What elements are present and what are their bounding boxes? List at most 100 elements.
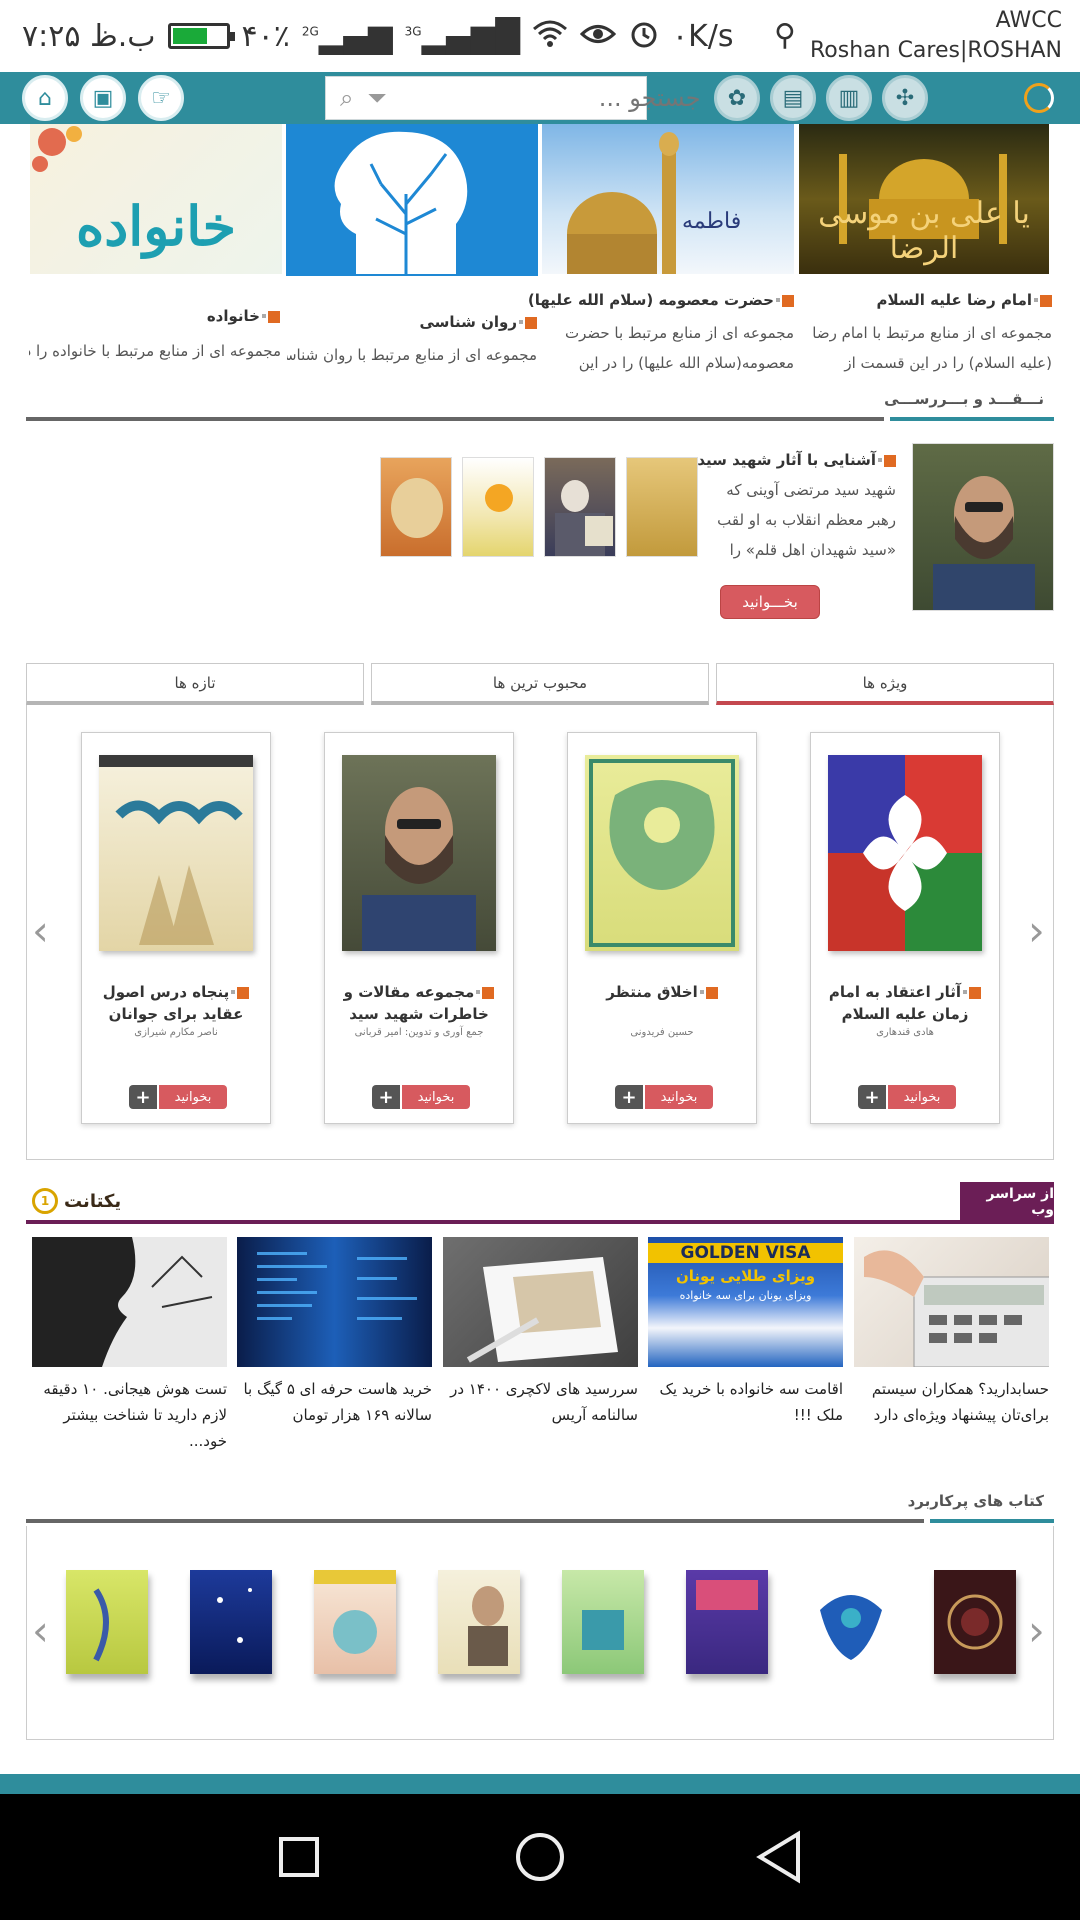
web-item-image[interactable] [854,1237,1049,1367]
category-title[interactable]: خانواده [207,307,280,325]
book-cover[interactable] [342,755,496,951]
web-item-image[interactable] [443,1237,638,1367]
category-desc: مجموعه ای از منابع مرتبط با خانواده را د… [29,342,281,360]
portrait-icon [933,476,1035,610]
profile-icon[interactable]: ▣ [80,75,126,121]
read-button[interactable]: بخوانید [402,1085,470,1109]
category-title[interactable]: امام رضا علیه السلام [877,291,1052,309]
review-section-title: نـــقـــد و بـــررســـی [884,390,1044,408]
book-card[interactable]: آثار اعتقاد به امام زمان علیه السلام هاد… [810,732,1000,1124]
popular-book-cover[interactable] [934,1570,1016,1674]
section-divider [26,417,884,421]
book-author: حسین فریدونی [630,1027,694,1038]
popular-book-cover[interactable] [66,1570,148,1674]
tab-new[interactable]: تازه ها [26,663,364,705]
footer-bar [0,1774,1080,1794]
popular-book-cover[interactable] [438,1570,520,1674]
review-book-cover[interactable] [462,457,534,557]
web-item-caption[interactable]: حسابدارید؟ همکاران سیستم برای‌تان پیشنها… [854,1376,1049,1428]
book-card[interactable]: اخلاق منتظر حسین فریدونی + بخوانید [567,732,757,1124]
add-to-shelf-button[interactable]: + [615,1085,643,1109]
read-button[interactable]: بخوانید [645,1085,713,1109]
filter-icon[interactable]: ⏷ [367,84,386,112]
recents-icon[interactable] [264,1822,334,1892]
review-main-image[interactable] [912,443,1054,611]
planner-icon [466,1257,618,1363]
book-title[interactable]: پنجاه درس اصول عقاید برای جوانان [96,981,256,1025]
banner-psychology[interactable] [286,124,538,276]
add-to-shelf-button[interactable]: + [858,1085,886,1109]
book-author: جمع آوری و تدوین: امیر قربانی [354,1027,484,1038]
web-item-image[interactable] [237,1237,432,1367]
review-book-cover[interactable] [626,457,698,557]
section-divider-accent [930,1519,1054,1523]
usb-icon: ⚲ [774,18,796,53]
web-item-image[interactable] [32,1237,227,1367]
popular-book-cover[interactable] [190,1570,272,1674]
popular-book-cover[interactable] [686,1570,768,1674]
web-section-label: از سراسر وب [960,1182,1054,1222]
back-icon[interactable] [746,1822,816,1892]
document-icon[interactable]: ▤ [770,75,816,121]
clock: ۷:۲۵ ب.ظ [22,18,156,54]
add-to-shelf-button[interactable]: + [372,1085,400,1109]
category-title[interactable]: روان شناسی [419,313,537,331]
status-bar-right: ⚲ AWCC Roshan Cares|ROSHAN [774,6,1062,66]
web-item-caption[interactable]: اقامت سه خانواده با خرید یک ملک !!! [648,1376,843,1428]
popular-book-cover[interactable] [314,1570,396,1674]
logo-mark-icon [1024,83,1054,113]
carousel-prev-icon[interactable]: ‹ [32,1610,49,1652]
carousel-prev-icon[interactable]: ‹ [32,910,49,952]
web-item-image[interactable]: GOLDEN VISA ویزای طلایی یونان ویزای یونا… [648,1237,843,1367]
tab-special[interactable]: ویژه ها [716,663,1054,705]
banner-imam-reza[interactable]: یا علی بن موسی الرضا [799,124,1049,274]
review-desc: شهید سید مرتضی آوینی که رهبر معظم انقلاب… [717,481,896,573]
book-cover[interactable] [828,755,982,951]
eye-icon [579,19,617,54]
yektanet-logo[interactable]: 1 یکتانت [32,1188,121,1214]
site-logo[interactable] [934,76,1054,120]
review-read-button[interactable]: بخـــوانید [720,585,820,619]
vejdan-icon[interactable]: ✿ [714,75,760,121]
carousel-next-icon[interactable]: › [1028,1610,1045,1652]
book-title[interactable]: اخلاق منتظر [582,981,742,1003]
app-header: ⌂ ▣ ☞ ⌕ ⏷ ✿ ▤ ▥ ✣ [0,72,1080,124]
signal-icon: 2G▂▄▆ [301,17,393,55]
popular-book-cover[interactable] [810,1570,892,1674]
web-item-caption[interactable]: خرید هاست حرفه ای ۵ گیگ با سالانه ۱۶۹ هز… [237,1376,432,1428]
book-cover[interactable] [99,755,253,951]
book-card[interactable]: مجموعه مقالات و خاطرات شهید سید جمع آوری… [324,732,514,1124]
books-icon[interactable]: ▥ [826,75,872,121]
book-cover[interactable] [585,755,739,951]
read-button[interactable]: بخوانید [888,1085,956,1109]
book-title[interactable]: مجموعه مقالات و خاطرات شهید سید [339,981,499,1025]
review-book-cover[interactable] [380,457,452,557]
banner-family[interactable]: خانواده [30,124,282,274]
book-card[interactable]: پنجاه درس اصول عقاید برای جوانان ناصر مک… [81,732,271,1124]
category-title[interactable]: حضرت معصومه (سلام الله علیها) [528,291,794,309]
web-item-caption[interactable]: سررسید های لاکچری ۱۴۰۰ در سالنامه آریس [443,1376,638,1428]
banner-masoumeh[interactable]: فاطمه [542,124,794,274]
web-section-divider [26,1220,1054,1224]
book-title[interactable]: آثار اعتقاد به امام زمان علیه السلام [825,981,985,1025]
net-speed: ۰K/s [672,18,734,54]
search-icon[interactable]: ⌕ [340,84,353,112]
network-icon[interactable]: ✣ [882,75,928,121]
login-icon[interactable]: ☞ [138,75,184,121]
popular-book-cover[interactable] [562,1570,644,1674]
signal-3g-icon: 3G▂▄▆█ [404,17,520,55]
review-title[interactable]: آشنایی با آثار شهید سید [697,451,896,469]
web-item-caption[interactable]: تست هوش هیجانی. ۱۰ دقیقه لازم دارید تا ش… [32,1376,227,1454]
library-icon[interactable]: ⌂ [22,75,68,121]
server-icon [257,1252,417,1320]
tab-popular[interactable]: محبوب ترین ها [371,663,709,705]
read-button[interactable]: بخوانید [159,1085,227,1109]
search-input[interactable] [400,84,701,112]
carousel-next-icon[interactable]: › [1028,910,1045,952]
home-icon[interactable] [505,1822,575,1892]
search-box[interactable]: ⌕ ⏷ [325,76,701,120]
review-book-cover[interactable] [544,457,616,557]
add-to-shelf-button[interactable]: + [129,1085,157,1109]
section-divider [26,1519,924,1523]
carrier-2: Roshan Cares|ROSHAN [809,38,1062,63]
